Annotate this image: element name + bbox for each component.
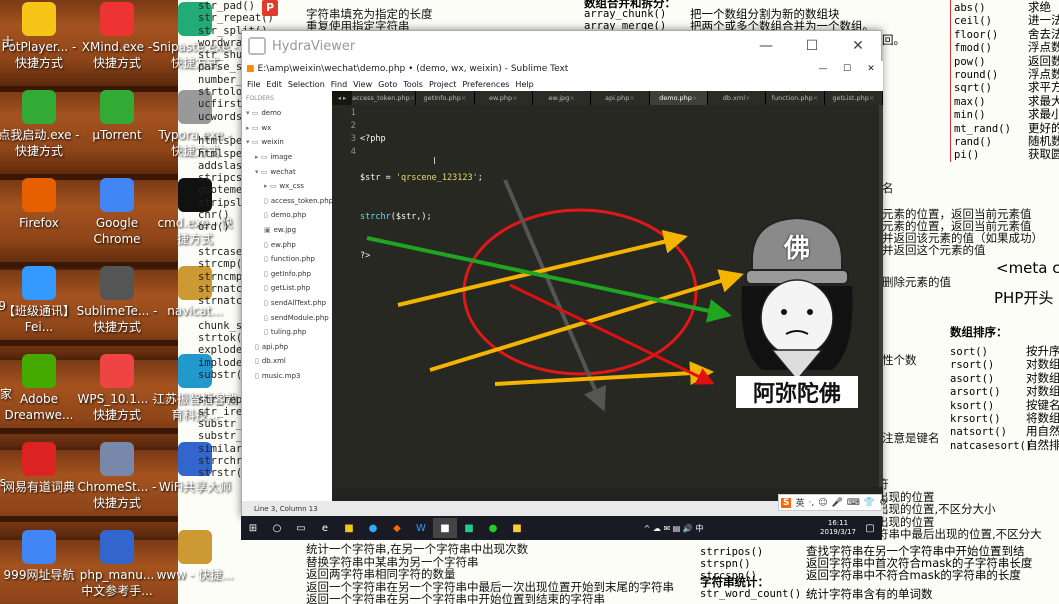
explorer-icon[interactable]: ■ [337,518,361,538]
annotation-overlay [366,179,744,412]
ime-toolbar[interactable]: S 英 ·, ☺ 🎤 ⌨ 👕 ⚙ [778,494,887,511]
clock-date: 2019/3/17 [820,528,856,536]
word-icon[interactable]: W [409,518,433,538]
ime-item-icon[interactable]: ☺ [818,498,827,508]
task-view-icon[interactable]: ▭ [289,518,313,538]
wechat-icon[interactable]: ● [481,518,505,538]
clock[interactable]: 16:11 2019/3/17 [818,519,858,537]
edge-icon[interactable]: e [313,518,337,538]
ime-item-icon[interactable]: 英 [795,496,804,509]
notification-icon[interactable]: ▢ [858,518,882,538]
chrome-shell-icon[interactable]: ● [361,518,385,538]
app-icon[interactable]: ■ [505,518,529,538]
taskbar: ⊞ ○ ▭ e ■ ● ◆ W ■ ■ ● ■ ^ ☁ ✉ ▤ 🔊 中 16:1… [241,516,882,540]
meme-sticker: 佛 阿弥陀佛 [732,200,862,410]
ime-item-icon[interactable]: 👕 [864,498,875,508]
app-icon[interactable]: ■ [457,518,481,538]
ime-item-icon[interactable]: 🎤 [832,498,843,508]
ime-item-icon[interactable]: S [781,497,792,508]
clock-time: 16:11 [827,519,849,527]
ime-item-icon[interactable]: ⚙ [879,498,887,508]
meme-caption: 阿弥陀佛 [736,376,858,408]
ime-item-icon[interactable]: ·, [809,498,815,508]
ime-item-icon[interactable]: ⌨ [847,498,860,508]
tray-icons[interactable]: ^ ☁ ✉ ▤ 🔊 中 [644,523,704,534]
start-button[interactable]: ⊞ [241,518,265,538]
app-icon[interactable]: ◆ [385,518,409,538]
arrow-gray [503,179,607,412]
search-icon[interactable]: ○ [265,518,289,538]
meme-hat-text: 佛 [783,234,810,264]
active-app-icon[interactable]: ■ [433,518,457,538]
